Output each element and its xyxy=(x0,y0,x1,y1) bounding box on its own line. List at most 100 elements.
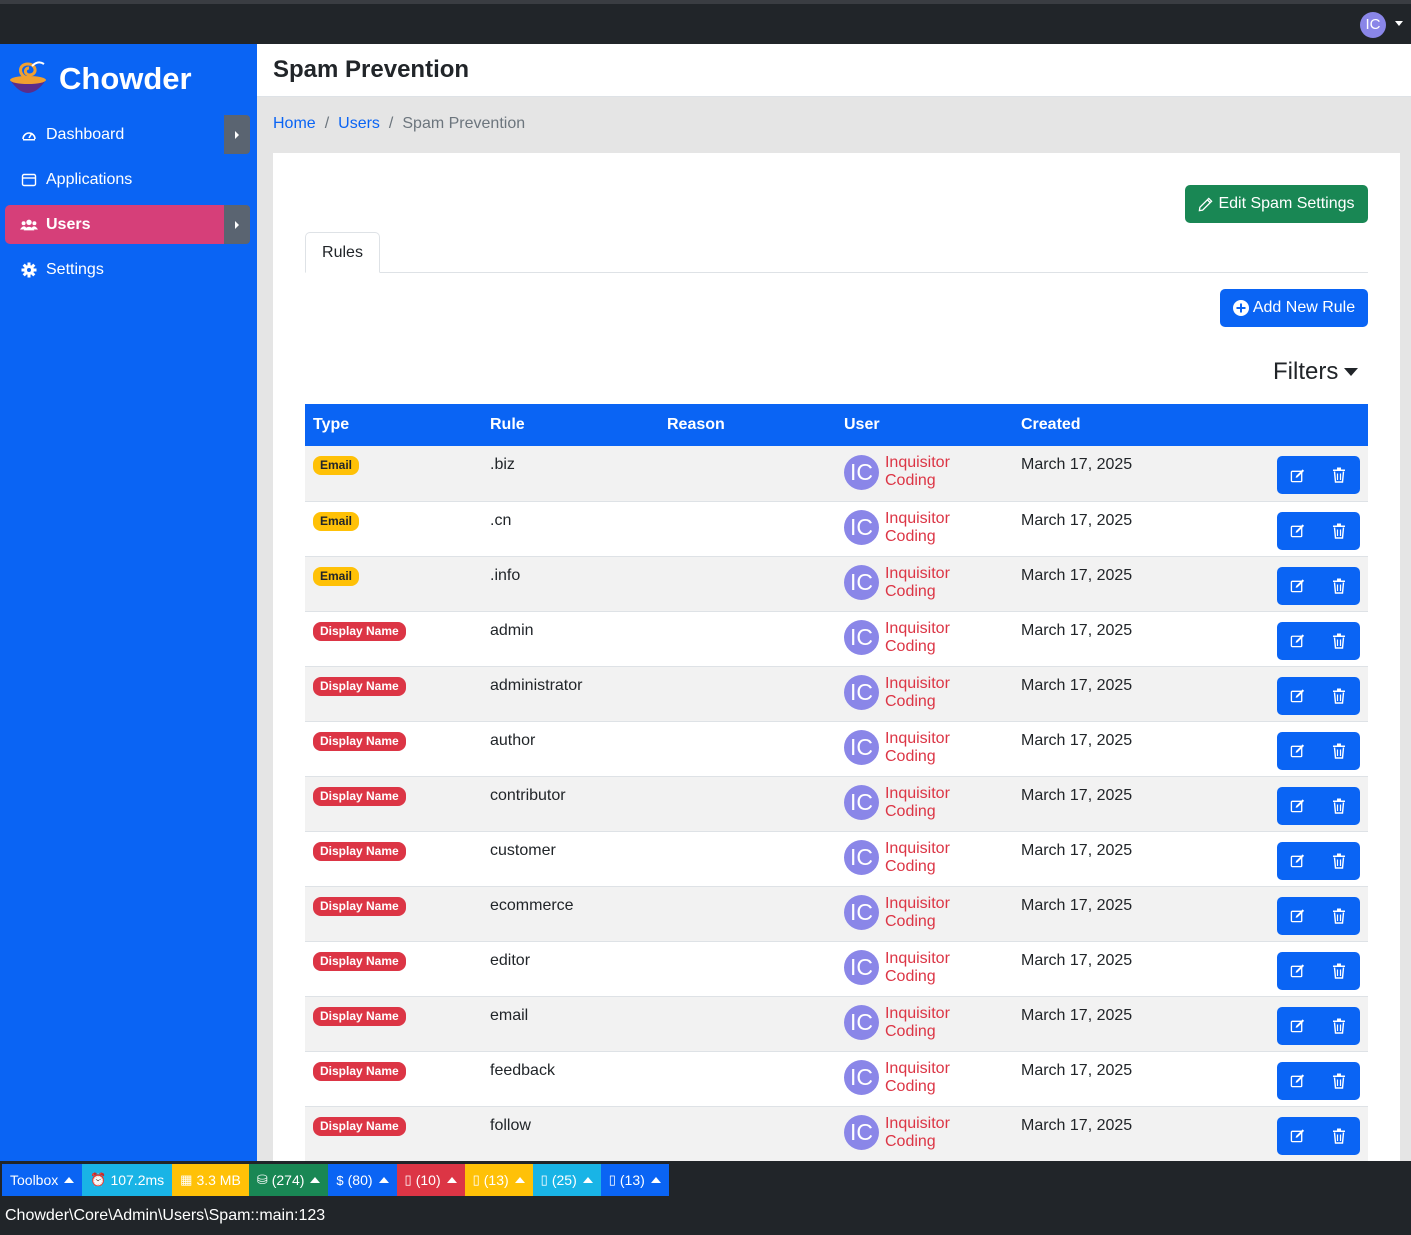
debug-item-css-file[interactable]: ▯ (13) xyxy=(464,1164,533,1196)
debug-item-js-file[interactable]: ▯ (25) xyxy=(532,1164,601,1196)
debug-item-database[interactable]: ⛁ (274) xyxy=(248,1164,329,1196)
user-link[interactable]: Inquisitor Coding xyxy=(885,510,1005,546)
user-avatar[interactable]: IC xyxy=(1360,12,1386,38)
column-header-created[interactable]: Created xyxy=(1013,404,1190,446)
delete-rule-button[interactable] xyxy=(1318,567,1359,605)
trash-icon xyxy=(1332,688,1346,704)
trash-icon xyxy=(1332,1073,1346,1089)
caret-up-icon xyxy=(446,1177,457,1183)
type-badge: Email xyxy=(313,511,360,531)
edit-rule-button[interactable] xyxy=(1277,1117,1318,1155)
user-link[interactable]: Inquisitor Coding xyxy=(885,1005,1005,1041)
edit-rule-button[interactable] xyxy=(1277,456,1318,494)
delete-rule-button[interactable] xyxy=(1318,1117,1359,1155)
delete-rule-button[interactable] xyxy=(1318,897,1359,935)
edit-rule-button[interactable] xyxy=(1277,622,1318,660)
actions-cell xyxy=(1190,611,1368,667)
edit-spam-settings-button[interactable]: Edit Spam Settings xyxy=(1185,185,1368,223)
debug-item-json-file[interactable]: ▯ (13) xyxy=(600,1164,669,1196)
debug-item-label: (13) xyxy=(619,1172,645,1188)
sidebar-item-settings[interactable]: Settings xyxy=(5,250,250,289)
delete-rule-button[interactable] xyxy=(1318,1007,1359,1045)
edit-icon xyxy=(1290,798,1305,813)
debug-item-html-file[interactable]: ▯ (10) xyxy=(396,1164,465,1196)
sidebar-item-dashboard[interactable]: Dashboard xyxy=(5,115,250,154)
edit-icon xyxy=(1290,908,1305,923)
table-row: Display Name author IC Inquisitor Coding Mar… xyxy=(305,721,1368,777)
table-row: Display Name administrator IC Inquisitor Co… xyxy=(305,666,1368,722)
edit-spam-settings-label: Edit Spam Settings xyxy=(1218,195,1355,212)
js-file-icon: ▯ xyxy=(540,1172,548,1187)
tab-rules[interactable]: Rules xyxy=(305,232,380,273)
user-link[interactable]: Inquisitor Coding xyxy=(885,620,1005,656)
delete-rule-button[interactable] xyxy=(1318,732,1359,770)
delete-rule-button[interactable] xyxy=(1318,1062,1359,1100)
debug-item-label: Toolbox xyxy=(10,1172,59,1188)
debug-item-label: (25) xyxy=(551,1172,577,1188)
column-header-reason[interactable]: Reason xyxy=(659,404,836,446)
breadcrumb-users-link[interactable]: Users xyxy=(338,115,380,133)
edit-rule-button[interactable] xyxy=(1277,842,1318,880)
column-header-user[interactable]: User xyxy=(836,404,1013,446)
edit-rule-button[interactable] xyxy=(1277,787,1318,825)
debug-item-toolbox[interactable]: Toolbox xyxy=(2,1164,83,1196)
debug-item-memory[interactable]: ▦ 3.3 MB xyxy=(172,1164,249,1196)
sidebar-expand-toggle[interactable] xyxy=(224,115,250,154)
user-link[interactable]: Inquisitor Coding xyxy=(885,840,1005,876)
reason-cell xyxy=(659,446,836,502)
edit-rule-button[interactable] xyxy=(1277,897,1318,935)
sidebar-item-users[interactable]: Users xyxy=(5,205,250,244)
reason-cell xyxy=(659,886,836,942)
edit-rule-button[interactable] xyxy=(1277,1007,1318,1045)
type-badge: Display Name xyxy=(313,896,406,916)
type-badge: Display Name xyxy=(313,1116,406,1136)
type-cell: Display Name xyxy=(305,1106,482,1162)
user-link[interactable]: Inquisitor Coding xyxy=(885,1060,1005,1096)
user-link[interactable]: Inquisitor Coding xyxy=(885,785,1005,821)
user-link[interactable]: Inquisitor Coding xyxy=(885,565,1005,601)
reason-cell xyxy=(659,721,836,777)
user-link[interactable]: Inquisitor Coding xyxy=(885,895,1005,931)
tabs: Rules xyxy=(305,232,1368,273)
chevron-down-icon[interactable] xyxy=(1395,21,1403,26)
breadcrumb-home-link[interactable]: Home xyxy=(273,115,316,133)
column-header-rule[interactable]: Rule xyxy=(482,404,659,446)
debug-item-dollar[interactable]: $ (80) xyxy=(328,1164,397,1196)
delete-rule-button[interactable] xyxy=(1318,456,1359,494)
sidebar-expand-toggle[interactable] xyxy=(224,205,250,244)
user-cell: IC Inquisitor Coding xyxy=(836,1051,1013,1107)
created-cell: March 17, 2025 xyxy=(1013,666,1190,722)
user-link[interactable]: Inquisitor Coding xyxy=(885,1115,1005,1151)
debug-item-label: (13) xyxy=(483,1172,509,1188)
delete-rule-button[interactable] xyxy=(1318,787,1359,825)
row-actions xyxy=(1277,841,1360,880)
delete-rule-button[interactable] xyxy=(1318,677,1359,715)
delete-rule-button[interactable] xyxy=(1318,622,1359,660)
delete-rule-button[interactable] xyxy=(1318,952,1359,990)
user-link[interactable]: Inquisitor Coding xyxy=(885,730,1005,766)
edit-rule-button[interactable] xyxy=(1277,732,1318,770)
delete-rule-button[interactable] xyxy=(1318,842,1359,880)
filters-toggle[interactable]: Filters xyxy=(1273,358,1359,386)
add-new-rule-button[interactable]: Add New Rule xyxy=(1220,289,1368,327)
sidebar-item-applications[interactable]: Applications xyxy=(5,160,250,199)
brand[interactable]: Chowder xyxy=(8,56,192,102)
row-actions xyxy=(1277,951,1360,990)
table-row: Display Name follow IC Inquisitor Coding Mar… xyxy=(305,1106,1368,1162)
delete-rule-button[interactable] xyxy=(1318,512,1359,550)
user-link[interactable]: Inquisitor Coding xyxy=(885,950,1005,986)
edit-rule-button[interactable] xyxy=(1277,567,1318,605)
row-actions xyxy=(1277,676,1360,715)
edit-rule-button[interactable] xyxy=(1277,677,1318,715)
edit-rule-button[interactable] xyxy=(1277,952,1318,990)
edit-rule-button[interactable] xyxy=(1277,512,1318,550)
edit-rule-button[interactable] xyxy=(1277,1062,1318,1100)
table-row: Email .info IC Inquisitor Coding March 17, 2… xyxy=(305,556,1368,612)
user-link[interactable]: Inquisitor Coding xyxy=(885,454,1005,490)
debug-item-alarm-clock[interactable]: ⏰ 107.2ms xyxy=(82,1164,173,1196)
column-header-type[interactable]: Type xyxy=(305,404,482,446)
actions-cell xyxy=(1190,1106,1368,1162)
page-title: Spam Prevention xyxy=(273,56,470,83)
top-bar: IC xyxy=(0,0,1411,44)
user-link[interactable]: Inquisitor Coding xyxy=(885,675,1005,711)
